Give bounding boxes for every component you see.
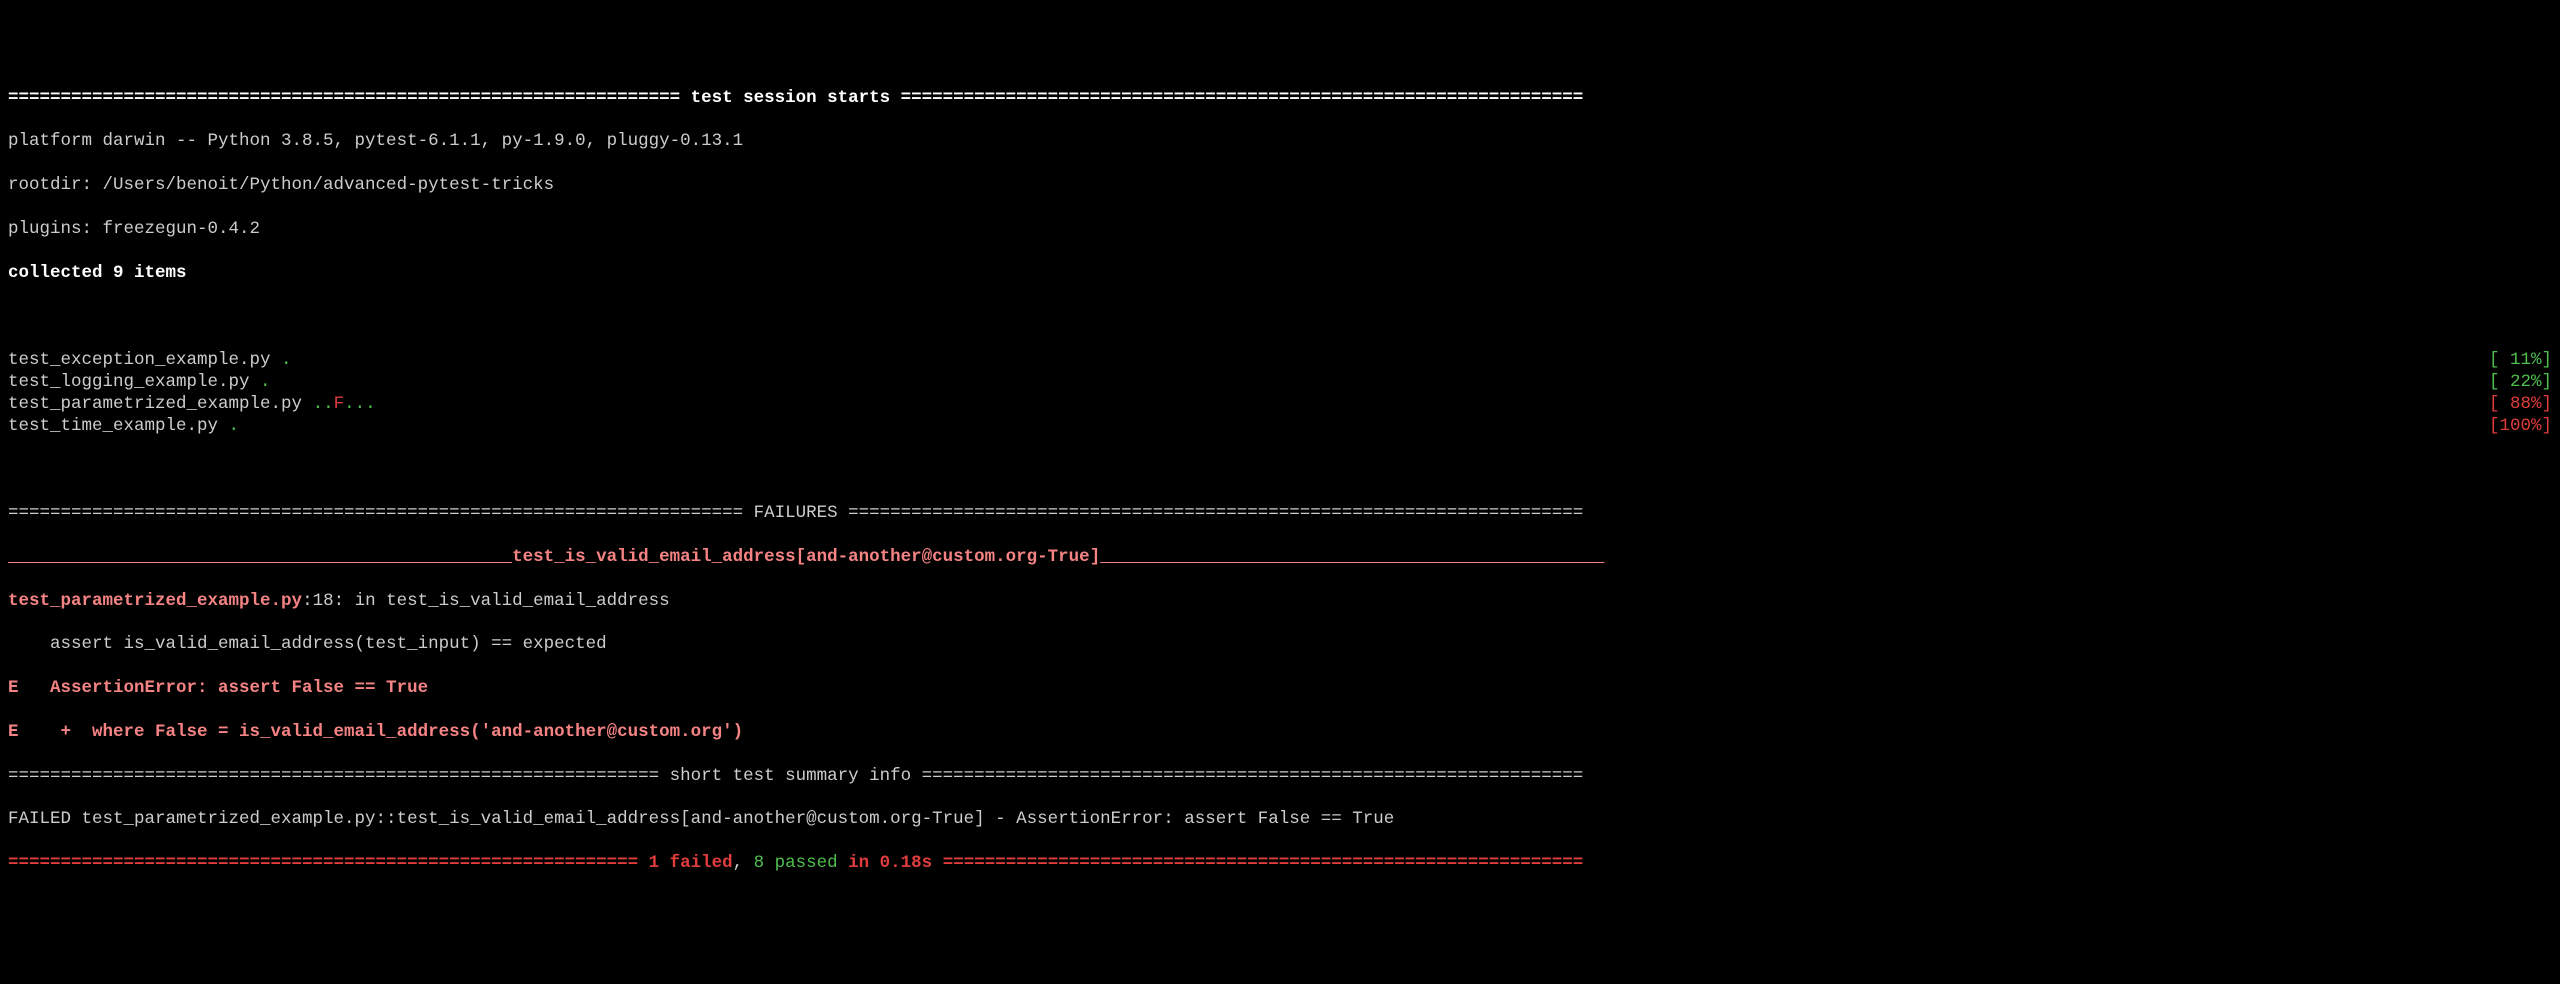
failures-header: ========================================… [8, 503, 2552, 525]
plugins-info: plugins: freezegun-0.4.2 [8, 219, 2552, 241]
final-result-line: ========================================… [8, 853, 2552, 875]
progress-percentage: [ 22%] [2489, 372, 2552, 394]
session-start-header: ========================================… [8, 88, 2552, 110]
terminal-output: ========================================… [8, 66, 2552, 897]
rootdir-info: rootdir: /Users/benoit/Python/advanced-p… [8, 175, 2552, 197]
test-file-row: test_time_example.py .[100%] [8, 416, 2552, 438]
progress-percentage: [ 88%] [2489, 394, 2552, 416]
assertion-error-2: E + where False = is_valid_email_address… [8, 722, 2552, 744]
test-file-row: test_parametrized_example.py ..F...[ 88%… [8, 394, 2552, 416]
progress-percentage: [100%] [2489, 416, 2552, 438]
platform-info: platform darwin -- Python 3.8.5, pytest-… [8, 131, 2552, 153]
traceback-location: test_parametrized_example.py:18: in test… [8, 591, 2552, 613]
failed-summary-line: FAILED test_parametrized_example.py::tes… [8, 809, 2552, 831]
traceback-code: assert is_valid_email_address(test_input… [8, 634, 2552, 656]
assertion-error-1: E AssertionError: assert False == True [8, 678, 2552, 700]
progress-percentage: [ 11%] [2489, 350, 2552, 372]
summary-header: ========================================… [8, 766, 2552, 788]
test-file-row: test_logging_example.py .[ 22%] [8, 372, 2552, 394]
test-file-row: test_exception_example.py .[ 11%] [8, 350, 2552, 372]
failure-test-name: ________________________________________… [8, 547, 2552, 569]
collected-items: collected 9 items [8, 263, 2552, 285]
